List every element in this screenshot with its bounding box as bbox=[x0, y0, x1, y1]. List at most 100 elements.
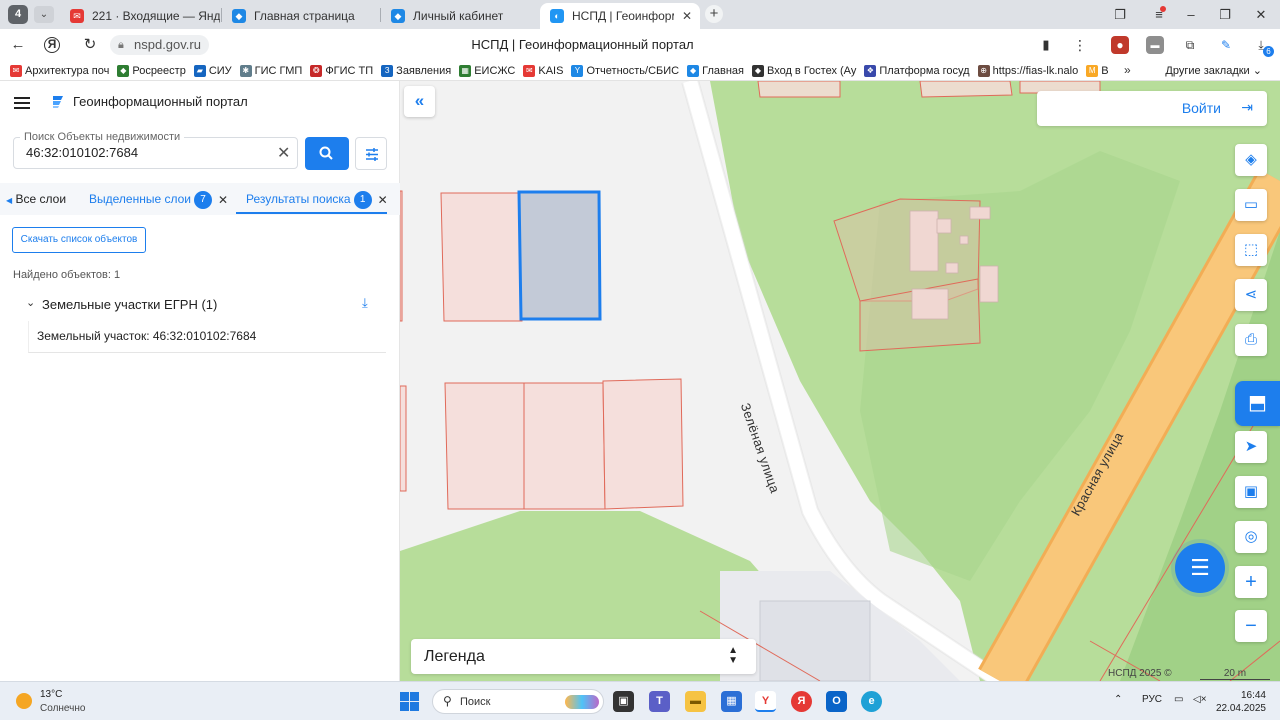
bookmark-item[interactable]: Y Отчетность/СБИС bbox=[571, 64, 679, 77]
bookmark-item[interactable]: ❂ ФГИС ТП bbox=[310, 64, 373, 77]
collapse-panel-button[interactable]: « bbox=[404, 86, 435, 117]
other-bookmarks[interactable]: Другие закладки ⌄ bbox=[1165, 64, 1262, 77]
bookmark-item[interactable]: ✱ ГИС ГМП bbox=[239, 64, 302, 77]
share-button[interactable]: ⋖ bbox=[1235, 279, 1267, 311]
ruler-button[interactable]: ▭ bbox=[1235, 189, 1267, 221]
extension-icon[interactable]: ▬ bbox=[1146, 36, 1164, 54]
bookmark-item[interactable]: ◆ Росреестр bbox=[117, 64, 186, 77]
start-button[interactable] bbox=[400, 692, 419, 711]
back-icon[interactable]: ← bbox=[8, 35, 28, 55]
search-value[interactable]: 46:32:010102:7684 bbox=[26, 145, 138, 160]
more-menu-icon[interactable]: ⋮ bbox=[1070, 35, 1090, 55]
mail-icon: ✉ bbox=[70, 9, 84, 23]
bookmark-item[interactable]: MВ bbox=[1086, 64, 1109, 77]
close-icon[interactable]: ✕ bbox=[218, 192, 228, 208]
print-button[interactable]: ⎙ bbox=[1235, 324, 1267, 356]
legend-label: Легенда bbox=[424, 648, 485, 665]
tab-search-results[interactable]: Результаты поиска 1 ✕ bbox=[246, 191, 388, 209]
extension-icon[interactable]: ✎ bbox=[1217, 36, 1235, 54]
language-indicator[interactable]: РУС bbox=[1142, 694, 1162, 705]
address-bar: ← Я ↻ 🔒︎ nspd.gov.ru НСПД | Геоинформаци… bbox=[0, 29, 1280, 61]
bookmark-item[interactable]: З Заявления bbox=[381, 64, 451, 77]
map-canvas[interactable]: Зелёная улица Красная улица bbox=[400, 81, 1280, 681]
tray-overflow-icon[interactable]: ⌃ bbox=[1114, 694, 1122, 705]
window-close-icon[interactable]: ✕ bbox=[1244, 0, 1278, 29]
downloads-icon[interactable]: ⤓ 6 bbox=[1252, 36, 1274, 57]
tab-count-button[interactable]: 4 bbox=[8, 5, 28, 24]
extension-puzzle-icon[interactable]: ⧉ bbox=[1181, 36, 1199, 54]
bookmarks-bar: ✉ Архитектура поч ◆ Росреестр ▰ СИУ ✱ ГИС ГМ… bbox=[0, 61, 1280, 81]
network-icon[interactable]: ▭ bbox=[1174, 694, 1183, 705]
restore-icon[interactable]: ❐ bbox=[1208, 0, 1242, 29]
minimize-icon[interactable]: – bbox=[1174, 0, 1208, 29]
locate-icon: ◎ bbox=[1244, 528, 1258, 545]
bookmark-item[interactable]: ⊕ https://fias-lk.nalo bbox=[977, 64, 1078, 77]
clear-icon[interactable]: ✕ bbox=[277, 143, 290, 163]
download-icon[interactable]: ⤓ bbox=[362, 295, 368, 311]
zoom-out-button[interactable]: − bbox=[1235, 610, 1267, 642]
hamburger-menu-icon[interactable] bbox=[14, 97, 30, 109]
volume-icon[interactable]: ◁× bbox=[1193, 694, 1207, 705]
select-area-button[interactable]: ⬚ bbox=[1235, 234, 1267, 266]
file-explorer-icon[interactable]: ▬ bbox=[685, 691, 706, 712]
clock[interactable]: 16:44 22.04.2025 bbox=[1216, 689, 1266, 715]
url-field[interactable]: 🔒︎ nspd.gov.ru bbox=[110, 35, 209, 55]
map-mode-button[interactable]: ⬒ bbox=[1235, 381, 1280, 426]
tab-selected-layers[interactable]: Выделенные слои 7 ✕ bbox=[89, 191, 228, 209]
bookmark-item[interactable]: ▰ СИУ bbox=[193, 64, 232, 77]
bookmark-item[interactable]: ✉ Архитектура поч bbox=[10, 64, 109, 77]
weather-description: Солнечно bbox=[40, 703, 86, 714]
bookmark-item[interactable]: ▦ ЕИСЖС bbox=[459, 64, 515, 77]
chevron-down-icon[interactable]: ⌄ bbox=[26, 296, 35, 309]
filter-button[interactable] bbox=[355, 137, 387, 170]
sidebar-panel: Геоинформационный портал Поиск Объекты н… bbox=[0, 81, 400, 681]
tab-list-chevron-icon[interactable]: ⌄ bbox=[34, 6, 54, 23]
yandex-icon[interactable]: Я bbox=[791, 691, 812, 712]
login-button[interactable]: Войти ⇥ bbox=[1037, 91, 1267, 126]
bookmark-item[interactable]: ◆ Вход в Гостех (Ау bbox=[751, 64, 856, 77]
bookmark-item[interactable]: ❖ Платформа госуд bbox=[864, 64, 970, 77]
close-icon[interactable]: ✕ bbox=[378, 192, 388, 208]
outlook-icon[interactable]: O bbox=[826, 691, 847, 712]
minimap-button[interactable]: ▣ bbox=[1235, 476, 1267, 508]
map-copyright: НСПД 2025 © bbox=[1108, 668, 1172, 679]
yandex-icon[interactable]: Я bbox=[44, 37, 60, 53]
browser-menu-icon[interactable]: ≡ bbox=[1142, 0, 1176, 29]
bookmark-item[interactable]: ◆ Главная bbox=[687, 64, 744, 77]
taskbar: 13°C Солнечно ⚲ Поиск ▣ T ▬ ▦ Y Я O e ⌃ … bbox=[0, 681, 1280, 720]
legend-panel[interactable]: Легенда ▲ ▼ bbox=[411, 639, 756, 674]
bookmark-icon[interactable]: ▮ bbox=[1036, 35, 1056, 55]
extension-icon[interactable]: ● bbox=[1111, 36, 1129, 54]
select-area-icon: ⬚ bbox=[1243, 241, 1259, 258]
bookmark-item[interactable]: ✉ KAIS bbox=[523, 64, 563, 77]
search-highlight-icon bbox=[565, 695, 599, 709]
layers-button[interactable]: ◈ bbox=[1235, 144, 1267, 176]
edge-icon[interactable]: e bbox=[861, 691, 882, 712]
collections-icon[interactable]: ❐ bbox=[1103, 0, 1137, 29]
new-tab-button[interactable]: + bbox=[705, 5, 723, 23]
teams-icon[interactable]: T bbox=[649, 691, 670, 712]
store-icon[interactable]: ▦ bbox=[721, 691, 742, 712]
tab-mail[interactable]: ✉ 221 · Входящие — Яндекс bbox=[60, 3, 220, 29]
taskbar-search[interactable]: ⚲ Поиск bbox=[432, 689, 604, 714]
geolocation-button[interactable]: ➤ bbox=[1235, 431, 1267, 463]
tab-nspd[interactable]: ◐ НСПД | Геоинформацио ✕ bbox=[540, 3, 700, 29]
tab-all-layers[interactable]: ◀ Все слои bbox=[6, 191, 66, 209]
zoom-in-button[interactable]: + bbox=[1235, 566, 1267, 598]
chat-button[interactable]: ☰ bbox=[1175, 543, 1225, 593]
yandex-browser-icon[interactable]: Y bbox=[755, 691, 776, 712]
task-view-icon[interactable]: ▣ bbox=[613, 691, 634, 712]
sliders-icon bbox=[366, 148, 378, 161]
tab-close-icon[interactable]: ✕ bbox=[682, 9, 692, 23]
result-group-header[interactable]: ⌄ Земельные участки ЕГРН (1) ⤓ bbox=[24, 295, 384, 315]
reload-icon[interactable]: ↻ bbox=[80, 35, 100, 55]
bookmarks-overflow-icon[interactable]: » bbox=[1124, 63, 1131, 77]
list-item[interactable]: Земельный участок: 46:32:010102:7684 bbox=[28, 321, 386, 353]
tab-personal-cabinet[interactable]: ◆ Личный кабинет bbox=[381, 3, 539, 29]
locate-button[interactable]: ◎ bbox=[1235, 521, 1267, 553]
search-button[interactable] bbox=[305, 137, 349, 170]
download-list-button[interactable]: Скачать список объектов bbox=[12, 227, 146, 253]
tab-main-page[interactable]: ◆ Главная страница bbox=[222, 3, 380, 29]
clock-time: 16:44 bbox=[1240, 690, 1266, 701]
share-icon: ⋖ bbox=[1244, 286, 1258, 303]
